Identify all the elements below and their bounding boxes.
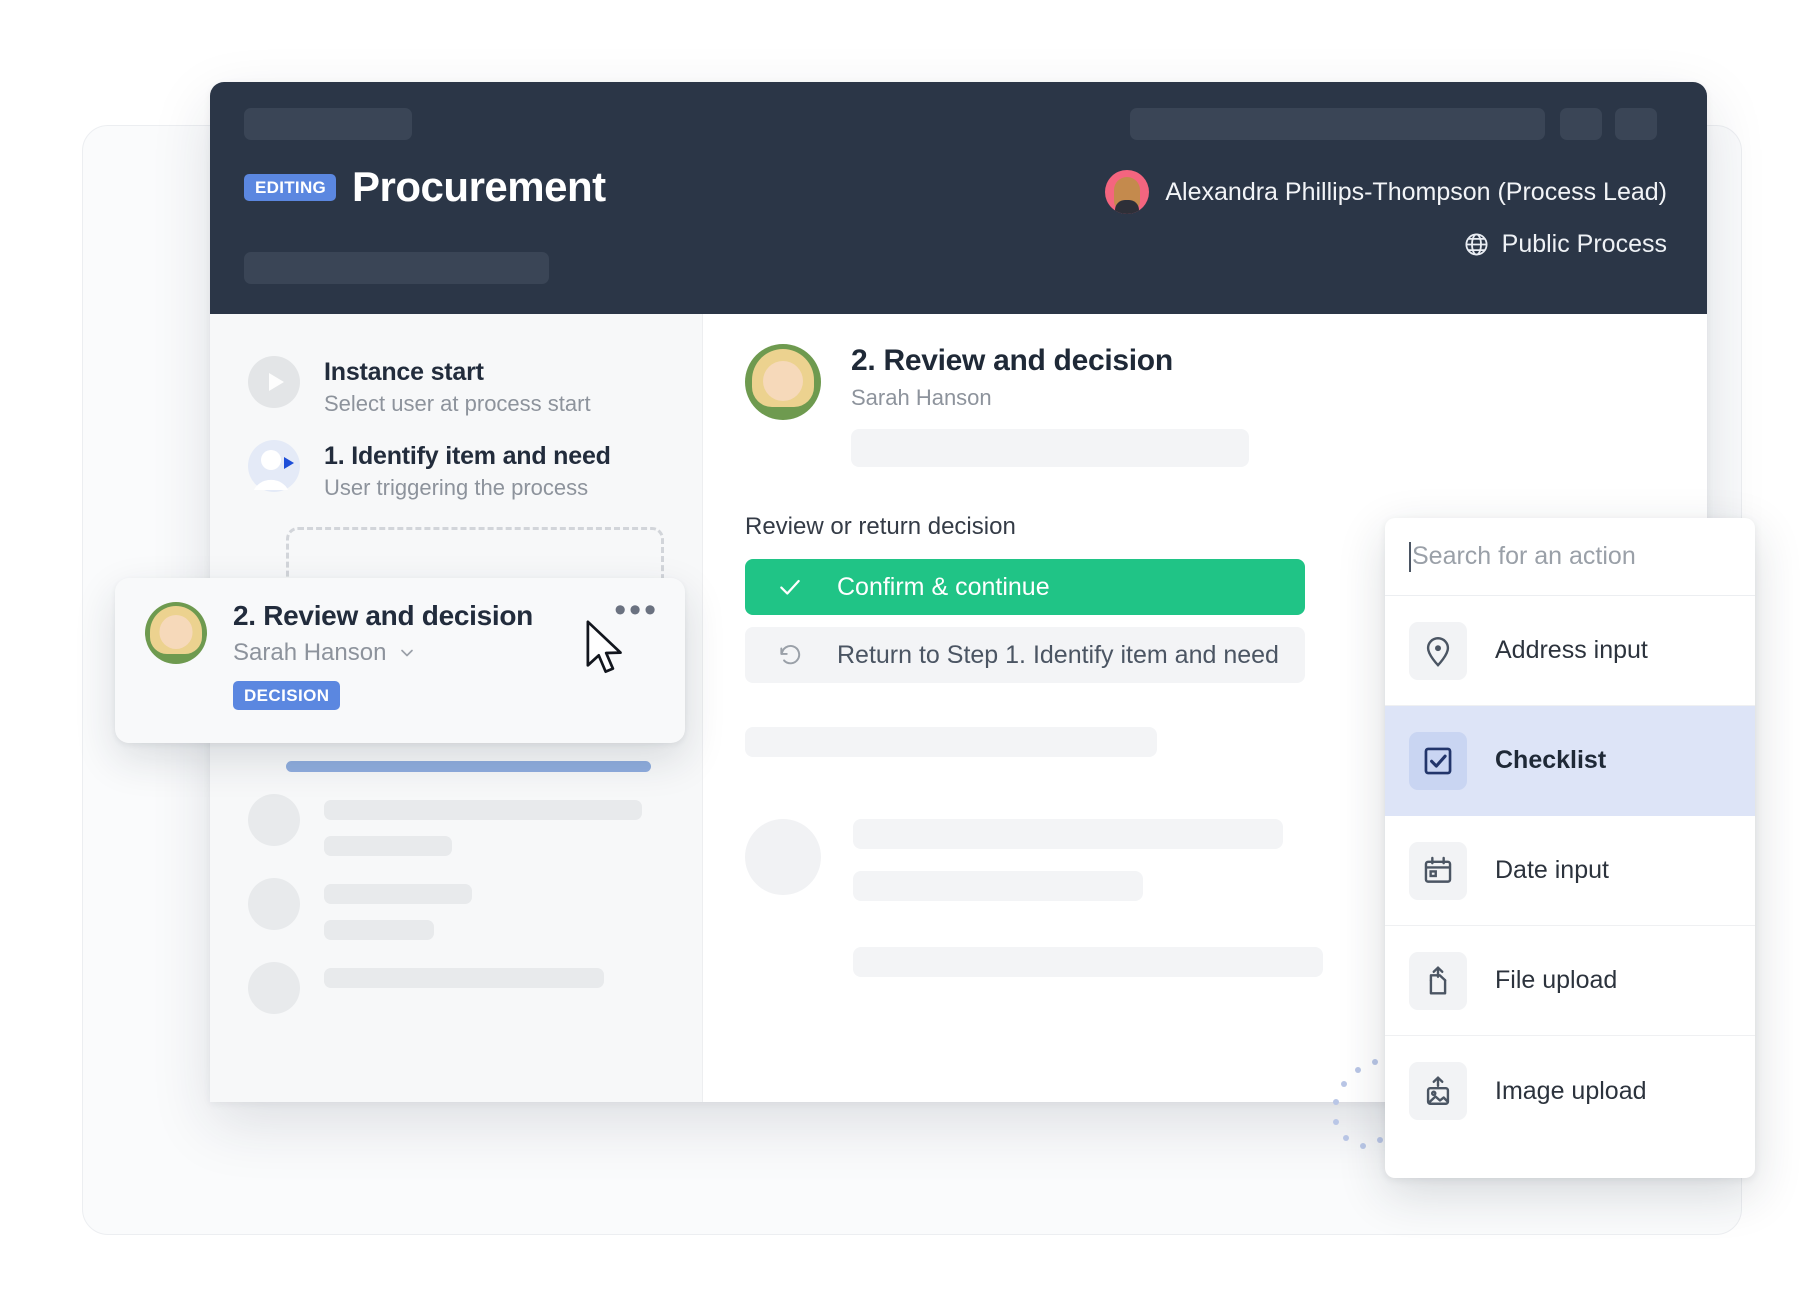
undo-icon — [780, 645, 801, 665]
progress-indicator — [286, 760, 651, 772]
action-item-label: Checklist — [1495, 746, 1607, 774]
sidebar-step-instance-start[interactable]: Instance start Select user at process st… — [210, 344, 702, 428]
image-upload-icon — [1409, 1062, 1467, 1120]
return-to-step-button[interactable]: Return to Step 1. Identify item and need — [745, 627, 1305, 683]
step-subtitle: Select user at process start — [324, 391, 591, 416]
return-to-step-label: Return to Step 1. Identify item and need — [837, 640, 1279, 669]
action-search-panel: Search for an action Address input Check… — [1385, 518, 1755, 1178]
page-title-row: EDITING Procurement — [244, 166, 606, 208]
header-placeholder-breadcrumb — [244, 108, 412, 140]
action-search-placeholder: Search for an action — [1412, 542, 1636, 570]
confirm-continue-label: Confirm & continue — [837, 572, 1050, 601]
play-circle-icon — [248, 356, 300, 408]
action-item-label: Date input — [1495, 856, 1609, 884]
text-caret — [1409, 541, 1411, 572]
dragged-step-assignee-row[interactable]: Sarah Hanson — [233, 639, 533, 667]
action-item-file-upload[interactable]: File upload — [1385, 926, 1755, 1036]
action-item-address-input[interactable]: Address input — [1385, 596, 1755, 706]
page-title: Procurement — [352, 163, 606, 210]
action-item-label: Address input — [1495, 636, 1648, 664]
action-item-checklist[interactable]: Checklist — [1385, 706, 1755, 816]
header-placeholder-subtitle — [244, 252, 549, 284]
step-title: Instance start — [324, 358, 484, 386]
step-detail-title: 2. Review and decision — [851, 344, 1173, 377]
process-visibility-row[interactable]: Public Process — [1105, 230, 1667, 259]
header-placeholder-search[interactable] — [1130, 108, 1545, 140]
dots-decoration — [1333, 1059, 1383, 1149]
step-detail-placeholder — [851, 429, 1249, 467]
calendar-icon — [1409, 841, 1467, 900]
checkbox-checked-icon — [1409, 731, 1467, 790]
action-item-image-upload[interactable]: Image upload — [1385, 1036, 1755, 1146]
avatar-process-lead — [1105, 170, 1150, 214]
dragged-step-title: 2. Review and decision — [233, 600, 533, 631]
globe-icon — [1465, 233, 1488, 256]
step-title: 1. Identify item and need — [324, 442, 611, 471]
header-button-one[interactable] — [1560, 108, 1602, 140]
check-icon — [780, 579, 800, 595]
sidebar-placeholder-row — [210, 772, 702, 856]
sidebar-placeholder-row — [210, 940, 702, 1014]
action-item-label: File upload — [1495, 966, 1618, 994]
dragged-step-assignee: Sarah Hanson — [233, 639, 387, 666]
action-item-date-input[interactable]: Date input — [1385, 816, 1755, 926]
process-lead-name: Alexandra Phillips-Thompson (Process Lea… — [1165, 177, 1667, 206]
chevron-down-icon[interactable] — [397, 643, 417, 663]
content-placeholder-line — [745, 727, 1157, 757]
mouse-cursor — [586, 620, 622, 674]
sidebar-placeholder-row — [210, 856, 702, 940]
status-badge-editing: EDITING — [244, 173, 337, 201]
avatar-step-assignee — [145, 602, 207, 664]
step-detail-header: 2. Review and decision Sarah Hanson — [703, 344, 1707, 467]
more-options-icon[interactable]: ••• — [614, 593, 659, 627]
decision-badge: DECISION — [233, 681, 341, 710]
avatar-assignee — [745, 344, 821, 420]
user-play-icon — [248, 440, 300, 493]
map-pin-icon — [1409, 621, 1467, 680]
file-upload-icon — [1409, 951, 1467, 1010]
action-item-label: Image upload — [1495, 1076, 1647, 1105]
sidebar-step-identify-item[interactable]: 1. Identify item and need User triggerin… — [210, 428, 702, 512]
confirm-continue-button[interactable]: Confirm & continue — [745, 559, 1305, 615]
app-header: EDITING Procurement Alexandra Phillips-T… — [210, 82, 1707, 314]
step-subtitle: User triggering the process — [324, 475, 589, 501]
process-visibility-label: Public Process — [1501, 230, 1667, 258]
action-search-field[interactable]: Search for an action — [1385, 518, 1755, 596]
header-button-two[interactable] — [1615, 108, 1657, 140]
process-lead-row[interactable]: Alexandra Phillips-Thompson (Process Lea… — [1105, 170, 1667, 214]
step-detail-assignee: Sarah Hanson — [851, 385, 992, 410]
header-right-block: Alexandra Phillips-Thompson (Process Lea… — [1105, 170, 1667, 259]
